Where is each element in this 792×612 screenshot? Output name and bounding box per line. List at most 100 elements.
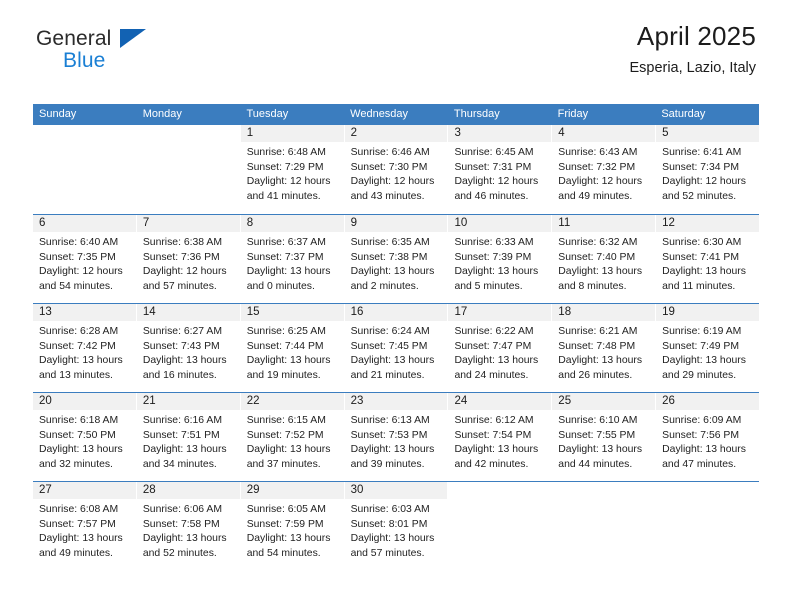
day-cell-25[interactable]: 25 Sunrise: 6:10 AM Sunset: 7:55 PM Dayligh… <box>552 393 657 481</box>
day-detail-line: Sunrise: 6:15 AM <box>246 415 326 426</box>
day-number: 2 <box>350 127 357 139</box>
day-detail-line: Daylight: 13 hours <box>142 355 227 367</box>
day-cell-14[interactable]: 14 Sunrise: 6:27 AM Sunset: 7:43 PM Dayligh… <box>136 304 241 392</box>
day-detail-lines: Sunrise: 6:21 AM Sunset: 7:48 PM Daylight:… <box>552 321 655 383</box>
day-detail-lines: Sunrise: 6:41 AM Sunset: 7:34 PM Daylight:… <box>656 142 759 204</box>
day-detail-line: and 24 minutes. <box>454 369 529 381</box>
logo-general-text: General <box>36 27 112 50</box>
page-title: April 2025 <box>636 21 756 51</box>
day-detail-lines: Sunrise: 6:27 AM Sunset: 7:43 PM Daylight:… <box>137 321 240 383</box>
day-cell-empty <box>552 482 657 570</box>
day-number-bar: 3 <box>448 125 552 142</box>
day-detail-line: Daylight: 12 hours <box>662 176 746 188</box>
day-detail-line: Sunrise: 6:30 AM <box>662 237 742 248</box>
day-detail-line: Sunrise: 6:18 AM <box>39 415 119 426</box>
day-detail-line: Sunset: 7:41 PM <box>662 251 739 263</box>
day-cell-3[interactable]: 3 Sunrise: 6:45 AM Sunset: 7:31 PM Daylight… <box>448 125 553 214</box>
day-cell-8[interactable]: 8 Sunrise: 6:37 AM Sunset: 7:37 PM Daylight… <box>240 215 345 303</box>
day-detail-line: Daylight: 13 hours <box>142 533 227 545</box>
day-detail-line: and 52 minutes. <box>142 547 217 559</box>
day-cell-10[interactable]: 10 Sunrise: 6:33 AM Sunset: 7:39 PM Dayligh… <box>448 215 553 303</box>
day-detail-line: and 46 minutes. <box>454 190 529 202</box>
day-detail-line: and 8 minutes. <box>558 280 627 292</box>
day-cell-27[interactable]: 27 Sunrise: 6:08 AM Sunset: 7:57 PM Dayligh… <box>33 482 137 570</box>
calendar-page: General Blue April 2025 Esperia, Lazio, … <box>0 0 792 612</box>
day-detail-line: Daylight: 13 hours <box>662 355 746 367</box>
day-detail-line: Sunrise: 6:06 AM <box>142 504 222 515</box>
day-number-bar <box>448 482 551 499</box>
day-cell-6[interactable]: 6 Sunrise: 6:40 AM Sunset: 7:35 PM Daylight… <box>33 215 137 303</box>
day-cell-26[interactable]: 26 Sunrise: 6:09 AM Sunset: 7:56 PM Dayligh… <box>656 393 760 481</box>
day-cell-2[interactable]: 2 Sunrise: 6:46 AM Sunset: 7:30 PM Daylight… <box>344 125 449 214</box>
day-detail-line: Sunset: 7:52 PM <box>246 429 324 441</box>
logo-word-general: General <box>36 27 146 50</box>
day-detail-line: Sunrise: 6:35 AM <box>350 237 430 248</box>
day-detail-line: Sunset: 7:51 PM <box>142 429 220 441</box>
day-cell-30[interactable]: 30 Sunrise: 6:03 AM Sunset: 8:01 PM Dayligh… <box>344 482 449 570</box>
day-detail-lines: Sunrise: 6:03 AM Sunset: 8:01 PM Daylight:… <box>345 499 448 561</box>
day-detail-line: and 43 minutes. <box>350 190 425 202</box>
day-detail-line: Sunrise: 6:41 AM <box>662 147 742 158</box>
day-number: 20 <box>39 395 52 407</box>
day-number: 1 <box>246 127 254 139</box>
day-detail-line: and 49 minutes. <box>558 190 633 202</box>
day-detail-line: and 11 minutes. <box>662 280 736 292</box>
day-number: 6 <box>39 217 46 229</box>
day-detail-line: and 5 minutes. <box>454 280 523 292</box>
day-number-bar: 6 <box>33 215 136 232</box>
day-detail-line: and 54 minutes. <box>246 547 321 559</box>
day-cell-29[interactable]: 29 Sunrise: 6:05 AM Sunset: 7:59 PM Dayligh… <box>240 482 345 570</box>
day-number-bar: 13 <box>33 304 136 321</box>
day-detail-lines: Sunrise: 6:12 AM Sunset: 7:54 PM Daylight:… <box>448 410 551 472</box>
day-cell-23[interactable]: 23 Sunrise: 6:13 AM Sunset: 7:53 PM Dayligh… <box>344 393 449 481</box>
day-cell-22[interactable]: 22 Sunrise: 6:15 AM Sunset: 7:52 PM Dayligh… <box>240 393 345 481</box>
day-cell-11[interactable]: 11 Sunrise: 6:32 AM Sunset: 7:40 PM Dayligh… <box>552 215 657 303</box>
day-cell-9[interactable]: 9 Sunrise: 6:35 AM Sunset: 7:38 PM Daylight… <box>344 215 449 303</box>
general-blue-logo: General Blue <box>36 28 256 71</box>
day-number-bar: 30 <box>344 482 448 499</box>
day-detail-line: Sunset: 7:36 PM <box>142 251 220 263</box>
day-detail-line: Sunrise: 6:27 AM <box>142 326 222 337</box>
day-detail-line: Daylight: 13 hours <box>39 355 123 367</box>
day-cell-15[interactable]: 15 Sunrise: 6:25 AM Sunset: 7:44 PM Dayligh… <box>240 304 345 392</box>
day-detail-line: Daylight: 13 hours <box>246 355 331 367</box>
day-cell-19[interactable]: 19 Sunrise: 6:19 AM Sunset: 7:49 PM Dayligh… <box>656 304 760 392</box>
day-cell-1[interactable]: 1 Sunrise: 6:48 AM Sunset: 7:29 PM Daylight… <box>240 125 345 214</box>
day-cell-18[interactable]: 18 Sunrise: 6:21 AM Sunset: 7:48 PM Dayligh… <box>552 304 657 392</box>
day-number: 11 <box>558 217 571 229</box>
day-detail-lines: Sunrise: 6:10 AM Sunset: 7:55 PM Daylight:… <box>552 410 655 472</box>
day-number: 9 <box>350 217 357 229</box>
day-number-bar: 15 <box>240 304 344 321</box>
day-number-bar: 5 <box>656 125 760 142</box>
day-number-bar: 29 <box>240 482 344 499</box>
day-detail-line: Sunset: 7:56 PM <box>662 429 739 441</box>
day-cell-empty <box>448 482 553 570</box>
day-detail-line: and 42 minutes. <box>454 458 529 470</box>
day-cell-17[interactable]: 17 Sunrise: 6:22 AM Sunset: 7:47 PM Dayligh… <box>448 304 553 392</box>
day-cell-28[interactable]: 28 Sunrise: 6:06 AM Sunset: 7:58 PM Dayligh… <box>136 482 241 570</box>
day-cell-13[interactable]: 13 Sunrise: 6:28 AM Sunset: 7:42 PM Dayligh… <box>33 304 137 392</box>
day-cell-4[interactable]: 4 Sunrise: 6:43 AM Sunset: 7:32 PM Daylight… <box>552 125 657 214</box>
day-cell-21[interactable]: 21 Sunrise: 6:16 AM Sunset: 7:51 PM Dayligh… <box>136 393 241 481</box>
day-detail-lines: Sunrise: 6:28 AM Sunset: 7:42 PM Daylight:… <box>33 321 136 383</box>
day-detail-line: Daylight: 13 hours <box>39 444 123 456</box>
day-cell-16[interactable]: 16 Sunrise: 6:24 AM Sunset: 7:45 PM Dayligh… <box>344 304 449 392</box>
day-number-bar: 17 <box>448 304 552 321</box>
day-detail-line: Daylight: 13 hours <box>142 444 227 456</box>
day-detail-line: and 37 minutes. <box>246 458 321 470</box>
day-number: 30 <box>350 484 364 496</box>
day-cell-12[interactable]: 12 Sunrise: 6:30 AM Sunset: 7:41 PM Dayligh… <box>656 215 760 303</box>
day-detail-lines: Sunrise: 6:25 AM Sunset: 7:44 PM Daylight:… <box>241 321 344 383</box>
day-cell-20[interactable]: 20 Sunrise: 6:18 AM Sunset: 7:50 PM Dayligh… <box>33 393 137 481</box>
day-cell-7[interactable]: 7 Sunrise: 6:38 AM Sunset: 7:36 PM Daylight… <box>136 215 241 303</box>
day-cell-5[interactable]: 5 Sunrise: 6:41 AM Sunset: 7:34 PM Daylight… <box>656 125 760 214</box>
day-number-bar: 23 <box>344 393 448 410</box>
day-detail-lines: Sunrise: 6:16 AM Sunset: 7:51 PM Daylight:… <box>137 410 240 472</box>
logo-word-blue: Blue <box>63 49 106 72</box>
calendar-weeks: 1 Sunrise: 6:48 AM Sunset: 7:29 PM Daylight… <box>33 125 760 570</box>
day-detail-line: Sunset: 7:48 PM <box>558 340 636 352</box>
calendar-week-row: 13 Sunrise: 6:28 AM Sunset: 7:42 PM Dayligh… <box>33 303 760 392</box>
day-detail-line: Sunset: 7:31 PM <box>454 161 532 173</box>
day-cell-24[interactable]: 24 Sunrise: 6:12 AM Sunset: 7:54 PM Dayligh… <box>448 393 553 481</box>
day-number: 16 <box>350 306 364 318</box>
